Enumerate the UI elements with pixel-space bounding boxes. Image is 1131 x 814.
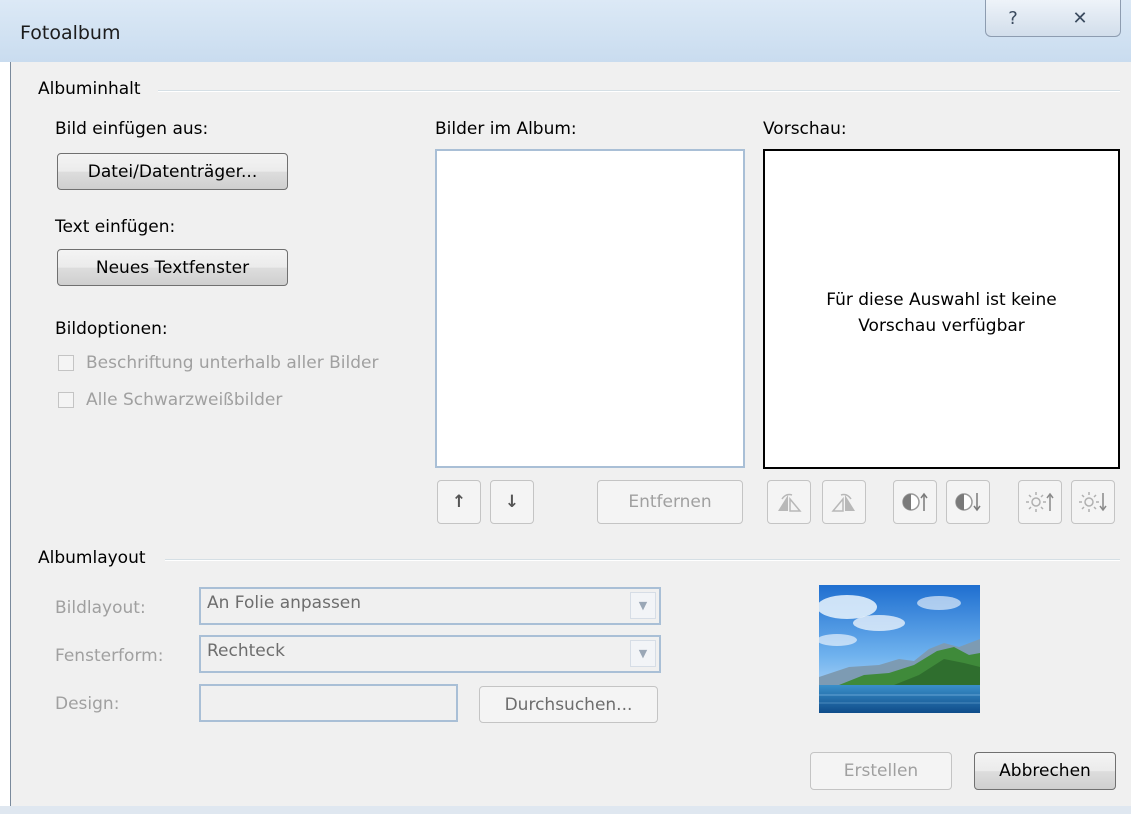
cancel-button[interactable]: Abbrechen: [974, 752, 1116, 790]
brightness-down-icon: [1079, 492, 1107, 512]
brightness-up-icon: [1026, 492, 1054, 512]
caption-checkbox[interactable]: [58, 355, 74, 371]
new-textbox-button[interactable]: Neues Textfenster: [57, 249, 288, 286]
picture-layout-label: Bildlayout:: [55, 598, 146, 618]
close-button[interactable]: ✕: [1040, 0, 1121, 37]
group-divider: [158, 90, 1120, 92]
preview-label: Vorschau:: [763, 119, 847, 139]
rotate-right-icon: [831, 493, 855, 512]
group-divider: [165, 559, 1120, 561]
preview-message: Für diese Auswahl ist keine Vorschau ver…: [765, 287, 1118, 339]
remove-button-label: Entfernen: [628, 492, 712, 512]
contrast-down-button[interactable]: [946, 480, 990, 524]
picture-layout-value: An Folie anpassen: [207, 593, 362, 613]
theme-label: Design:: [55, 694, 120, 714]
file-disk-button[interactable]: Datei/Datenträger...: [57, 153, 288, 190]
new-textbox-button-label: Neues Textfenster: [95, 257, 250, 278]
title-bar: [0, 0, 1131, 62]
insert-picture-label: Bild einfügen aus:: [55, 119, 209, 139]
black-white-checkbox-label: Alle Schwarzweißbilder: [86, 390, 283, 410]
rotate-left-button[interactable]: [767, 480, 811, 524]
browse-button-label: Durchsuchen...: [504, 694, 633, 715]
album-content-group-label: Albuminhalt: [38, 79, 141, 99]
move-down-button[interactable]: ↓: [490, 480, 534, 524]
picture-layout-select[interactable]: An Folie anpassen ▼: [199, 587, 661, 625]
pictures-in-album-label: Bilder im Album:: [435, 119, 577, 139]
window-bottom-edge: [0, 806, 1131, 814]
contrast-up-icon: [902, 492, 928, 511]
contrast-up-button[interactable]: [893, 480, 937, 524]
insert-text-label: Text einfügen:: [55, 217, 176, 237]
layout-preview-image: [819, 585, 980, 713]
chevron-down-icon: ▼: [630, 592, 656, 619]
chevron-down-icon: ▼: [630, 640, 656, 667]
remove-button[interactable]: Entfernen: [597, 480, 743, 524]
preview-message-line2: Vorschau verfügbar: [858, 316, 1025, 336]
cancel-button-label: Abbrechen: [999, 761, 1091, 781]
preview-pane: Für diese Auswahl ist keine Vorschau ver…: [763, 149, 1120, 469]
arrow-up-icon: ↑: [451, 492, 467, 512]
help-button[interactable]: ?: [985, 0, 1041, 37]
rotate-right-button[interactable]: [822, 480, 866, 524]
pictures-in-album-list[interactable]: [435, 149, 745, 468]
theme-input[interactable]: [199, 684, 458, 722]
frame-shape-label: Fensterform:: [55, 646, 164, 666]
caption-checkbox-label: Beschriftung unterhalb aller Bilder: [86, 353, 379, 373]
brightness-up-button[interactable]: [1018, 480, 1062, 524]
help-icon: ?: [1008, 7, 1018, 29]
album-layout-group-label: Albumlayout: [38, 548, 146, 568]
close-icon: ✕: [1072, 7, 1088, 29]
brightness-down-button[interactable]: [1071, 480, 1115, 524]
file-disk-button-label: Datei/Datenträger...: [87, 161, 258, 182]
frame-shape-select[interactable]: Rechteck ▼: [199, 635, 661, 673]
preview-message-line1: Für diese Auswahl ist keine: [826, 290, 1057, 310]
black-white-checkbox[interactable]: [58, 392, 74, 408]
create-button-label: Erstellen: [843, 761, 919, 781]
contrast-down-icon: [955, 493, 981, 512]
browse-button[interactable]: Durchsuchen...: [479, 686, 658, 723]
arrow-down-icon: ↓: [504, 492, 520, 512]
window-title: Fotoalbum: [20, 22, 121, 44]
move-up-button[interactable]: ↑: [437, 480, 481, 524]
picture-options-label: Bildoptionen:: [55, 319, 168, 339]
create-button[interactable]: Erstellen: [810, 752, 952, 790]
rotate-left-icon: [778, 493, 802, 512]
frame-shape-value: Rechteck: [207, 641, 285, 661]
